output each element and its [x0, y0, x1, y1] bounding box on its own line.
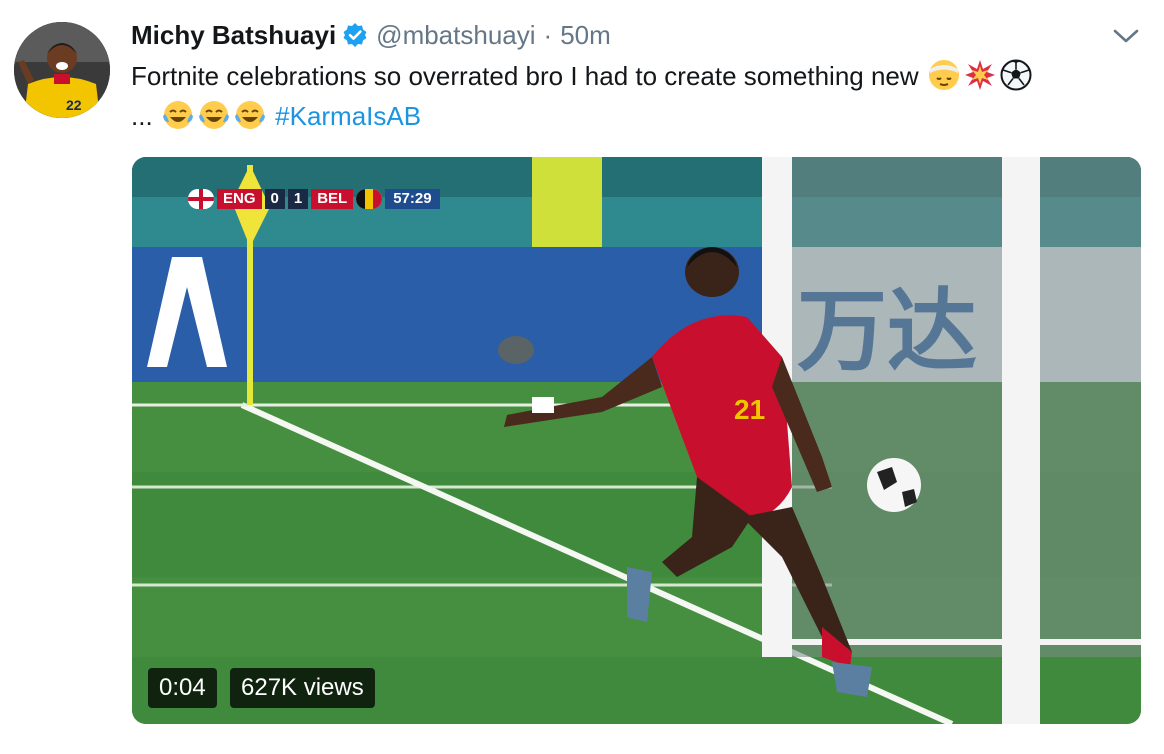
- tweet-text-line-2: ... #KarmaIsAB: [131, 96, 1131, 136]
- player-number: 21: [734, 394, 765, 425]
- chevron-down-icon[interactable]: [1112, 26, 1140, 46]
- svg-text:22: 22: [66, 97, 82, 113]
- video-duration-badge: 0:04: [148, 668, 217, 708]
- author-name[interactable]: Michy Batshuayi: [131, 20, 336, 51]
- collision-emoji-icon: [964, 59, 996, 91]
- soccer-ball-emoji-icon: [1000, 59, 1032, 91]
- team-home: ENG: [217, 189, 262, 209]
- tears-of-joy-emoji-icon: [162, 99, 194, 131]
- belgium-flag-icon: [356, 189, 383, 209]
- england-flag-icon: [188, 189, 214, 209]
- hashtag-link[interactable]: #KarmaIsAB: [275, 101, 421, 131]
- scorebug: ENG 0 1 BEL 57:29: [188, 188, 440, 210]
- tweet-text-body: Fortnite celebrations so overrated bro I…: [131, 61, 919, 91]
- video-frame: 万达 21: [132, 157, 1141, 724]
- ellipsis-text: ...: [131, 101, 153, 131]
- score-away: 1: [287, 189, 309, 209]
- tweet-text: Fortnite celebrations so overrated bro I…: [131, 56, 1131, 136]
- bandaged-face-emoji-icon: [928, 59, 960, 91]
- video-player[interactable]: 万达 21: [132, 157, 1141, 724]
- score-home: 0: [264, 189, 285, 209]
- tears-of-joy-emoji-icon: [198, 99, 230, 131]
- tweet-header: Michy Batshuayi @mbatshuayi · 50m: [131, 18, 611, 52]
- author-handle[interactable]: @mbatshuayi: [376, 20, 535, 51]
- verified-badge-icon: [342, 22, 368, 48]
- match-clock: 57:29: [385, 189, 440, 209]
- video-views-badge: 627K views: [230, 668, 375, 708]
- author-avatar[interactable]: 22: [14, 22, 110, 118]
- soccer-ball: [867, 458, 921, 512]
- tears-of-joy-emoji-icon: [234, 99, 266, 131]
- tweet-text-line-1: Fortnite celebrations so overrated bro I…: [131, 56, 1131, 96]
- team-away: BEL: [311, 189, 354, 209]
- tweet-timestamp[interactable]: 50m: [560, 20, 611, 51]
- separator-dot: ·: [543, 19, 553, 50]
